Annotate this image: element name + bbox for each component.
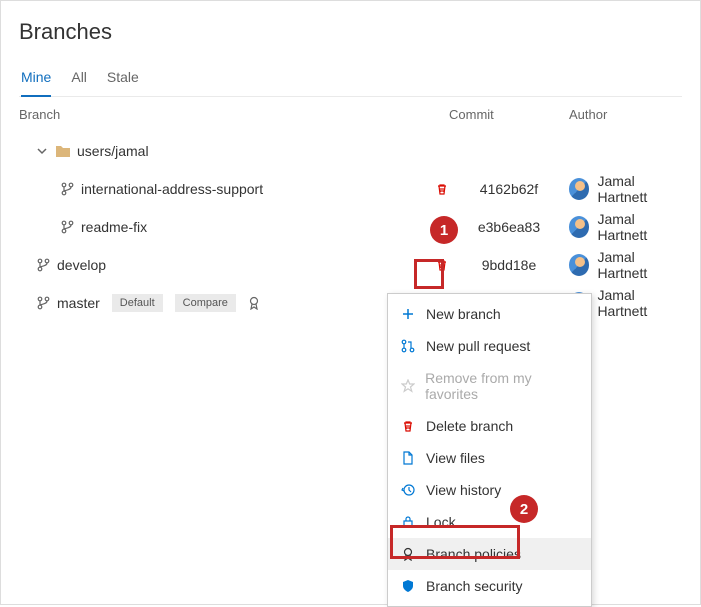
branch-name: develop bbox=[57, 257, 106, 273]
file-icon bbox=[400, 451, 416, 465]
menu-label: New pull request bbox=[426, 338, 530, 354]
col-author[interactable]: Author bbox=[569, 107, 682, 122]
chevron-down-icon[interactable] bbox=[37, 145, 49, 157]
col-branch[interactable]: Branch bbox=[19, 107, 449, 122]
branch-list: users/jamal international-address-suppor… bbox=[1, 132, 700, 322]
menu-label: Branch policies bbox=[426, 546, 521, 562]
author-name: Jamal Hartnett bbox=[597, 249, 682, 281]
menu-branch-security[interactable]: Branch security bbox=[388, 570, 591, 602]
menu-branch-policies[interactable]: Branch policies bbox=[388, 538, 591, 570]
menu-label: Delete branch bbox=[426, 418, 513, 434]
menu-delete-branch[interactable]: Delete branch bbox=[388, 410, 591, 442]
branch-row[interactable]: develop 9bdd18e Jamal Hartnett bbox=[1, 246, 700, 284]
delete-icon[interactable] bbox=[435, 258, 449, 272]
avatar bbox=[569, 178, 589, 200]
branch-row[interactable]: international-address-support 4162b62f J… bbox=[1, 170, 700, 208]
default-badge: Default bbox=[112, 294, 163, 312]
branch-row[interactable]: master Default Compare ··· 4162b62f Jama… bbox=[1, 284, 700, 322]
menu-view-files[interactable]: View files bbox=[388, 442, 591, 474]
trash-icon bbox=[400, 419, 416, 433]
folder-icon bbox=[55, 144, 71, 158]
delete-icon[interactable] bbox=[435, 182, 449, 196]
menu-new-pr[interactable]: New pull request bbox=[388, 330, 591, 362]
menu-label: New branch bbox=[426, 306, 501, 322]
award-icon bbox=[400, 547, 416, 561]
branch-row[interactable]: readme-fix e3b6ea83 Jamal Hartnett bbox=[1, 208, 700, 246]
folder-row[interactable]: users/jamal bbox=[1, 132, 700, 170]
tab-all[interactable]: All bbox=[71, 63, 87, 97]
award-icon bbox=[248, 296, 260, 310]
history-icon bbox=[400, 483, 416, 497]
menu-label: Lock bbox=[426, 514, 456, 530]
context-menu: New branch New pull request Remove from … bbox=[387, 293, 592, 607]
tabs: Mine All Stale bbox=[19, 63, 682, 97]
delete-icon[interactable] bbox=[435, 220, 449, 234]
tab-stale[interactable]: Stale bbox=[107, 63, 139, 97]
avatar bbox=[569, 254, 589, 276]
column-headers: Branch Commit Author bbox=[1, 97, 700, 132]
commit-hash[interactable]: e3b6ea83 bbox=[449, 219, 569, 235]
shield-icon bbox=[400, 579, 416, 593]
compare-badge: Compare bbox=[175, 294, 236, 312]
branch-icon bbox=[37, 258, 51, 272]
branch-icon bbox=[61, 182, 75, 196]
branch-name: readme-fix bbox=[81, 219, 147, 235]
author-name: Jamal Hartnett bbox=[597, 211, 682, 243]
tab-mine[interactable]: Mine bbox=[21, 63, 51, 97]
menu-label: View history bbox=[426, 482, 501, 498]
branch-name: international-address-support bbox=[81, 181, 263, 197]
menu-lock[interactable]: Lock bbox=[388, 506, 591, 538]
menu-label: Remove from my favorites bbox=[425, 370, 579, 402]
commit-hash[interactable]: 4162b62f bbox=[449, 181, 569, 197]
menu-view-history[interactable]: View history bbox=[388, 474, 591, 506]
menu-label: Branch security bbox=[426, 578, 522, 594]
folder-name: users/jamal bbox=[77, 143, 149, 159]
lock-icon bbox=[400, 515, 416, 529]
author-name: Jamal Hartnett bbox=[597, 287, 682, 319]
branch-icon bbox=[61, 220, 75, 234]
star-outline-icon bbox=[400, 379, 415, 393]
menu-remove-favorites: Remove from my favorites bbox=[388, 362, 591, 410]
page-title: Branches bbox=[19, 19, 682, 45]
author-name: Jamal Hartnett bbox=[597, 173, 682, 205]
commit-hash[interactable]: 9bdd18e bbox=[449, 257, 569, 273]
branch-icon bbox=[37, 296, 51, 310]
menu-new-branch[interactable]: New branch bbox=[388, 298, 591, 330]
col-commit[interactable]: Commit bbox=[449, 107, 569, 122]
avatar bbox=[569, 216, 589, 238]
plus-icon bbox=[400, 307, 416, 321]
branch-name: master bbox=[57, 295, 100, 311]
pull-request-icon bbox=[400, 339, 416, 353]
menu-label: View files bbox=[426, 450, 485, 466]
